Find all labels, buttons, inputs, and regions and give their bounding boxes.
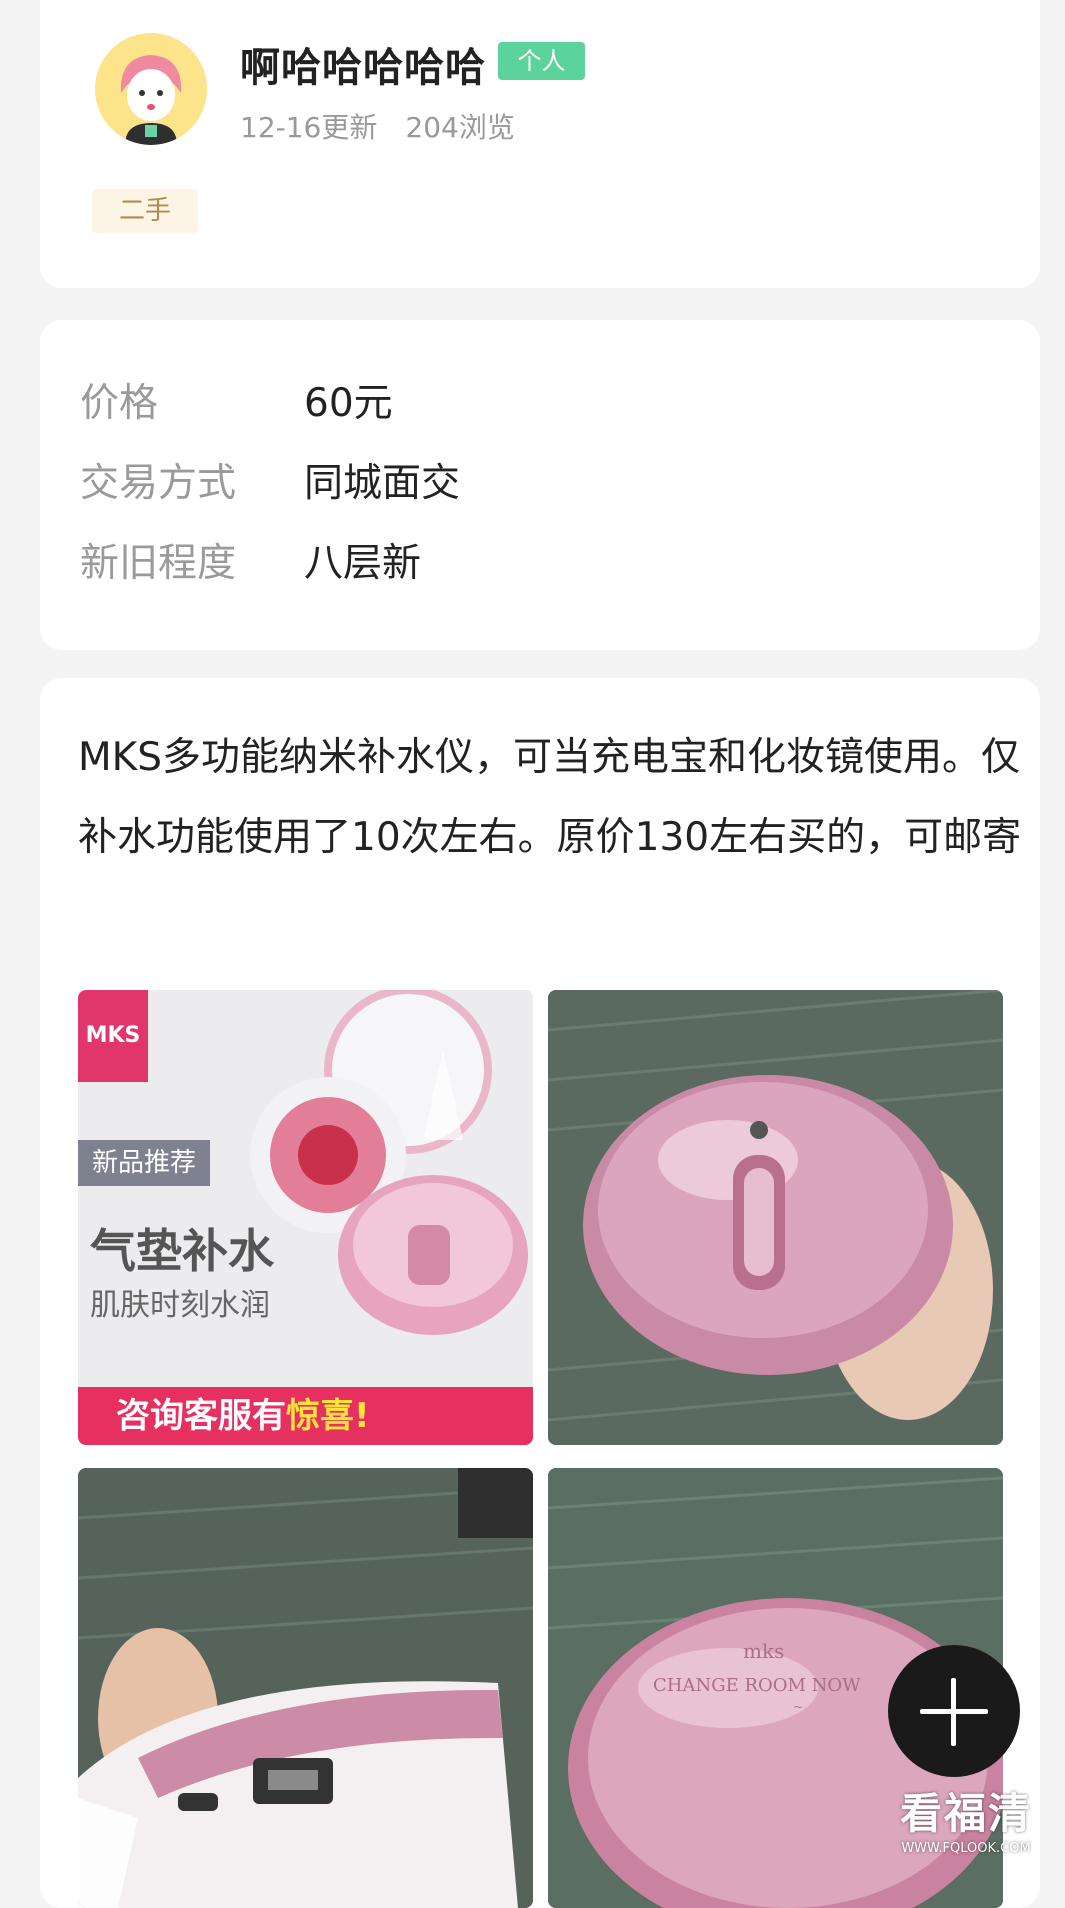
watermark-main: 看福清 [900, 1789, 1033, 1838]
ad-banner-highlight: 惊喜! [286, 1396, 370, 1436]
ad-banner-text: 咨询客服有 [116, 1396, 286, 1436]
svg-text:~: ~ [793, 1700, 803, 1714]
product-photo-2[interactable] [548, 990, 1003, 1445]
ad-subtitle: 肌肤时刻水润 [90, 1288, 270, 1323]
new-product-tag: 新品推荐 [78, 1140, 210, 1186]
item-info-card: 价格 60元 交易方式 同城面交 新旧程度 八层新 [40, 320, 1040, 650]
watermark: 看福清 WWW.FQLOOK.COM [900, 1780, 1032, 1856]
trade-method-value: 同城面交 [304, 461, 461, 506]
personal-badge: 个人 [498, 42, 585, 80]
brand-logo: MKS [78, 990, 148, 1082]
watermark-sub: WWW.FQLOOK.COM [901, 1841, 1031, 1856]
condition-value: 八层新 [304, 541, 422, 586]
view-count: 204浏览 [405, 111, 515, 144]
avatar[interactable] [95, 33, 207, 145]
ad-title: 气垫补水 [90, 1224, 274, 1278]
item-description: MKS多功能纳米补水仪，可当充电宝和化妆镜使用。仅补水功能使用了10次左右。原价… [78, 735, 1022, 860]
svg-text:mks: mks [743, 1639, 784, 1663]
post-meta: 12-16更新 204浏览 [240, 106, 515, 146]
price-value: 60元 [304, 381, 393, 426]
username[interactable]: 啊哈哈哈哈哈 [240, 35, 486, 93]
updated-time: 12-16更新 [240, 111, 378, 144]
ad-banner: 咨询客服有惊喜! [78, 1387, 533, 1445]
trade-method-label: 交易方式 [80, 461, 237, 506]
add-post-button[interactable] [888, 1645, 1020, 1777]
condition-label: 新旧程度 [80, 541, 237, 586]
product-photo-3[interactable] [78, 1468, 533, 1908]
device-usb-port-photo [78, 1468, 533, 1908]
user-card: 啊哈哈哈哈哈 个人 12-16更新 204浏览 二手 [40, 0, 1040, 288]
price-label: 价格 [80, 381, 159, 426]
category-tag[interactable]: 二手 [92, 189, 198, 233]
device-engraving: CHANGE ROOM NOW [653, 1675, 861, 1696]
product-photo-1[interactable]: MKS 新品推荐 气垫补水 肌肤时刻水润 咨询客服有惊喜! [78, 990, 533, 1445]
device-top-photo [548, 990, 1003, 1445]
avatar-illustration [95, 33, 207, 145]
